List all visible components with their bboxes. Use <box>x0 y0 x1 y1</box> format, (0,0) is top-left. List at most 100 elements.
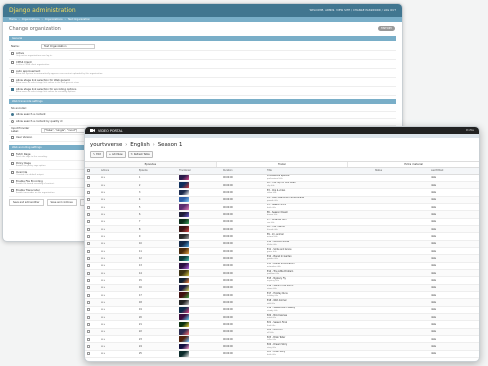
history-button[interactable]: HISTORY <box>377 26 395 31</box>
table-row[interactable]: ⚙ ▾ 25 00:00:00 E25 - Brisk Story brisk titl… <box>85 350 479 359</box>
row-checkbox[interactable] <box>87 271 90 275</box>
refresh-table-button[interactable]: ↻ Refresh Table <box>127 151 153 158</box>
table-row[interactable]: ⚙ ▾ 8 00:00:00 E8 - The Friends friends titl… <box>85 225 479 234</box>
row-checkbox[interactable] <box>87 330 90 334</box>
user-menu[interactable]: Profile <box>466 129 474 132</box>
episode-title[interactable]: E4 - Cleo, Pearls and Soda Parade <box>267 196 304 199</box>
caret-down-icon[interactable]: ▾ <box>103 242 105 245</box>
caret-down-icon[interactable]: ▾ <box>103 279 105 282</box>
row-checkbox[interactable] <box>87 183 90 187</box>
caret-down-icon[interactable]: ▾ <box>103 198 105 201</box>
table-row[interactable]: ⚙ ▾ 3 00:00:00 E3 - Clip & video video title… <box>85 188 479 197</box>
episode-thumbnail[interactable] <box>179 292 189 298</box>
episode-title[interactable]: E18 - Wild Animal <box>267 299 286 302</box>
table-row[interactable]: ⚙ ▾ 15 00:00:00 E15 - Mystery Fly mystery ti… <box>85 276 479 285</box>
breadcrumb-show[interactable]: yourtvverse <box>90 142 122 148</box>
select-all-checkbox[interactable] <box>87 169 90 173</box>
tab-trailer[interactable]: Trailer <box>217 162 349 167</box>
row-checkbox[interactable] <box>87 205 90 209</box>
table-row[interactable]: ⚙ ▾ 17 00:00:00 E17 - Holiday Runs holiday t… <box>85 291 479 300</box>
episode-thumbnail[interactable] <box>179 277 189 284</box>
breadcrumb-home[interactable]: Home <box>9 18 17 21</box>
episode-thumbnail[interactable] <box>179 196 189 203</box>
tab-episodes[interactable]: Episodes <box>85 162 217 167</box>
row-checkbox[interactable] <box>87 176 90 180</box>
caret-down-icon[interactable]: ▾ <box>103 184 105 187</box>
caret-down-icon[interactable]: ▾ <box>103 345 105 348</box>
row-checkbox[interactable] <box>87 352 90 356</box>
episode-thumbnail[interactable] <box>179 226 189 232</box>
episode-thumbnail[interactable] <box>179 307 189 313</box>
row-checkbox[interactable] <box>87 234 90 238</box>
row-select-cell[interactable] <box>85 232 99 241</box>
table-row[interactable]: ⚙ ▾ 7 00:00:00 E7 - Dreamer Run run title dat… <box>85 218 479 226</box>
episode-title[interactable]: E22 - Mind Off <box>267 328 283 331</box>
table-row[interactable]: ⚙ ▾ 20 00:00:00 E20 - Mind Games mind title d… <box>85 313 479 322</box>
caret-down-icon[interactable]: ▾ <box>103 206 105 209</box>
caret-down-icon[interactable]: ▾ <box>103 250 105 253</box>
episode-thumbnail[interactable] <box>179 174 189 181</box>
row-select-cell[interactable] <box>85 335 99 344</box>
row-select-cell[interactable] <box>85 174 99 182</box>
episode-thumbnail[interactable] <box>179 343 189 350</box>
row-checkbox[interactable] <box>87 293 90 297</box>
row-checkbox[interactable] <box>87 220 90 224</box>
row-checkbox[interactable] <box>87 242 90 246</box>
table-row[interactable]: ⚙ ▾ 24 00:00:00 E24 - Dream Story story titl… <box>85 342 479 351</box>
episode-title[interactable]: E19 - Skaterboard Steady <box>267 306 295 309</box>
episode-thumbnail[interactable] <box>179 218 189 225</box>
table-row[interactable]: ⚙ ▾ 19 00:00:00 E19 - Skaterboard Steady ste… <box>85 306 479 315</box>
episode-title[interactable]: E24 - Dream Story <box>267 343 287 346</box>
row-select-cell[interactable] <box>85 320 99 329</box>
admin-user-tools[interactable]: WELCOME, ADMIN. VIEW SITE / CHANGE PASSW… <box>310 9 396 12</box>
table-row[interactable]: ⚙ ▾ 10 00:00:00 E10 - Without Blinks blinks … <box>85 240 479 248</box>
edit-button[interactable]: ✎ Edit <box>90 151 104 158</box>
row-select-cell[interactable] <box>85 218 99 226</box>
episode-title[interactable]: E7 - Dreamer Run <box>267 218 286 221</box>
general-option-checkbox[interactable] <box>11 61 14 64</box>
row-select-cell[interactable] <box>85 188 99 197</box>
caret-down-icon[interactable]: ▾ <box>103 301 105 304</box>
general-option-checkbox[interactable] <box>11 70 14 73</box>
episode-thumbnail[interactable] <box>179 189 189 195</box>
episode-title[interactable]: E10 - Without Blinks <box>267 240 289 243</box>
general-option-checkbox[interactable] <box>11 88 14 91</box>
portal-title[interactable]: VIDEO PORTAL <box>98 129 123 133</box>
row-select-cell[interactable] <box>85 313 99 322</box>
general-option-checkbox[interactable] <box>11 79 14 82</box>
row-select-cell[interactable] <box>85 342 99 351</box>
row-checkbox[interactable] <box>87 264 90 268</box>
episode-title[interactable]: Professional episode <box>267 174 289 177</box>
episode-thumbnail[interactable] <box>179 255 189 262</box>
row-select-cell[interactable] <box>85 298 99 307</box>
caret-down-icon[interactable]: ▾ <box>103 352 105 355</box>
episode-thumbnail[interactable] <box>179 233 189 240</box>
row-checkbox[interactable] <box>87 345 90 349</box>
table-row[interactable]: ⚙ ▾ 2 00:00:00 E2 - The clip for this video… <box>85 181 479 190</box>
caret-down-icon[interactable]: ▾ <box>103 176 105 179</box>
row-select-cell[interactable] <box>85 276 99 285</box>
caret-down-icon[interactable]: ▾ <box>103 213 105 216</box>
row-select-cell[interactable] <box>85 247 99 256</box>
row-select-cell[interactable] <box>85 306 99 315</box>
row-checkbox[interactable] <box>87 256 90 260</box>
row-select-cell[interactable] <box>85 203 99 212</box>
row-select-cell[interactable] <box>85 284 99 293</box>
caret-down-icon[interactable]: ▾ <box>103 191 105 194</box>
admin-brand[interactable]: Django administration <box>9 7 76 14</box>
table-row[interactable]: ⚙ ▾ 6 00:00:00 E6 - Season Dream dream title… <box>85 210 479 219</box>
episode-thumbnail[interactable] <box>179 270 189 276</box>
episode-thumbnail[interactable] <box>179 321 189 328</box>
table-row[interactable]: ⚙ ▾ 4 00:00:00 E4 - Cleo, Pearls and Soda P… <box>85 196 479 204</box>
row-checkbox[interactable] <box>87 323 90 327</box>
transcode-radio[interactable] <box>11 113 14 116</box>
episode-thumbnail[interactable] <box>179 182 189 188</box>
row-checkbox[interactable] <box>87 227 90 231</box>
encode-option-checkbox[interactable] <box>11 153 14 156</box>
episode-title[interactable]: E5 - Season Brick <box>267 203 286 207</box>
caret-down-icon[interactable]: ▾ <box>103 264 105 267</box>
row-checkbox[interactable] <box>87 315 90 319</box>
table-row[interactable]: ⚙ ▾ 11 00:00:00 E11 - Smile and Grace grace … <box>85 247 479 256</box>
save-and-continue-button[interactable]: Save and continue <box>46 199 77 206</box>
episode-thumbnail[interactable] <box>179 248 189 254</box>
